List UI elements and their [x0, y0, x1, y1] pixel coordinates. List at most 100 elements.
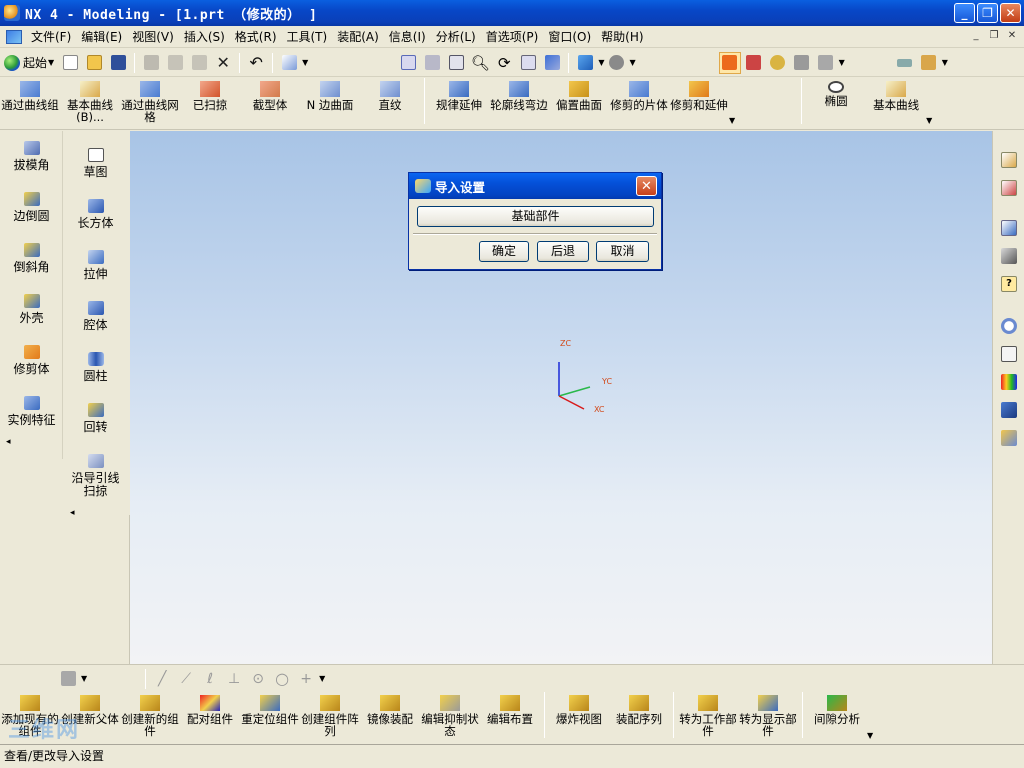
- ellipse-button[interactable]: 椭圆: [806, 78, 866, 128]
- chevron-down-icon[interactable]: ▼: [839, 58, 845, 67]
- close-window-button[interactable]: ✕: [1000, 3, 1021, 23]
- base-part-button[interactable]: 基础部件: [417, 206, 654, 227]
- delete-icon[interactable]: ✕: [212, 52, 234, 74]
- menu-help[interactable]: 帮助(H): [596, 26, 648, 48]
- dialog-close-button[interactable]: ✕: [636, 176, 657, 196]
- paste-icon[interactable]: [188, 52, 210, 74]
- mate-component-button[interactable]: 配对组件: [180, 692, 240, 742]
- menu-file[interactable]: 文件(F): [26, 26, 76, 48]
- reposition-component-button[interactable]: 重定位组件: [240, 692, 300, 742]
- block-button[interactable]: 长方体: [64, 189, 127, 240]
- clearance-analysis-button[interactable]: 间隙分析: [807, 692, 867, 742]
- roles-icon[interactable]: [998, 427, 1020, 449]
- open-folder-icon[interactable]: [83, 52, 105, 74]
- document-icon[interactable]: [6, 29, 22, 44]
- cylinder-button[interactable]: 圆柱: [64, 342, 127, 393]
- assembly-sequence-button[interactable]: 装配序列: [609, 692, 669, 742]
- through-curves-button[interactable]: 通过曲线组: [0, 78, 60, 128]
- chevron-down-icon[interactable]: ▼: [729, 116, 735, 125]
- snap-search-icon[interactable]: [767, 52, 789, 74]
- menu-insert[interactable]: 插入(S): [179, 26, 230, 48]
- trimmed-sheet-button[interactable]: 修剪的片体: [609, 78, 669, 128]
- rotate-icon[interactable]: ⟳: [493, 52, 515, 74]
- chevron-down-icon[interactable]: ▼: [942, 58, 948, 67]
- help-icon[interactable]: ?: [998, 273, 1020, 295]
- training-icon[interactable]: [998, 245, 1020, 267]
- circle-point-icon[interactable]: ⊙: [247, 668, 269, 690]
- fit-view-icon[interactable]: [397, 52, 419, 74]
- copy-icon[interactable]: [164, 52, 186, 74]
- dialog-title-bar[interactable]: 导入设置: [409, 173, 661, 199]
- ruled-button[interactable]: 直纹: [360, 78, 420, 128]
- system-materials-icon[interactable]: [998, 343, 1020, 365]
- trim-body-button[interactable]: 修剪体: [0, 335, 63, 386]
- orient-view-icon[interactable]: [605, 52, 627, 74]
- tools-icon[interactable]: [998, 399, 1020, 421]
- chevron-down-icon[interactable]: ▼: [926, 116, 932, 125]
- history-clock-icon[interactable]: [998, 315, 1020, 337]
- edge-blend-button[interactable]: 边倒圆: [0, 182, 63, 233]
- history-palette-icon[interactable]: [998, 217, 1020, 239]
- new-file-icon[interactable]: [59, 52, 81, 74]
- menu-preferences[interactable]: 首选项(P): [481, 26, 544, 48]
- pocket-button[interactable]: 腔体: [64, 291, 127, 342]
- line-icon[interactable]: ╱: [151, 668, 173, 690]
- menu-analysis[interactable]: 分析(L): [431, 26, 481, 48]
- trim-extend-button[interactable]: 修剪和延伸: [669, 78, 729, 128]
- menu-format[interactable]: 格式(R): [230, 26, 282, 48]
- part-navigator-icon[interactable]: [998, 177, 1020, 199]
- wrench-icon[interactable]: [57, 668, 79, 690]
- doc-restore-button[interactable]: ❐: [986, 30, 1002, 44]
- law-extension-button[interactable]: 规律延伸: [429, 78, 489, 128]
- start-button[interactable]: 起始 ▼: [0, 52, 58, 74]
- snap-more-icon[interactable]: [815, 52, 837, 74]
- back-button[interactable]: 后退: [537, 241, 589, 262]
- chevron-down-icon[interactable]: ▼: [302, 58, 308, 67]
- contour-flange-button[interactable]: 轮廓线弯边: [489, 78, 549, 128]
- menu-window[interactable]: 窗口(O): [543, 26, 596, 48]
- menu-assembly[interactable]: 装配(A): [332, 26, 384, 48]
- cut-icon[interactable]: [140, 52, 162, 74]
- point-icon[interactable]: +: [295, 668, 317, 690]
- exploded-view-button[interactable]: 爆炸视图: [549, 692, 609, 742]
- palette-expand-icon[interactable]: ◂: [0, 437, 62, 447]
- mirror-assembly-button[interactable]: 镜像装配: [360, 692, 420, 742]
- make-displayed-part-button[interactable]: 转为显示部件: [738, 692, 798, 742]
- menu-edit[interactable]: 编辑(E): [76, 26, 127, 48]
- undo-icon[interactable]: ↶: [245, 52, 267, 74]
- pan-icon[interactable]: [517, 52, 539, 74]
- revolve-button[interactable]: 回转: [64, 393, 127, 444]
- menu-tools[interactable]: 工具(T): [282, 26, 333, 48]
- chevron-down-icon[interactable]: ▼: [598, 58, 604, 67]
- select-filter-icon[interactable]: [278, 52, 300, 74]
- instance-feature-button[interactable]: 实例特征: [0, 386, 63, 437]
- shell-button[interactable]: 外壳: [0, 284, 63, 335]
- color-palette-icon[interactable]: [998, 371, 1020, 393]
- chevron-down-icon[interactable]: ▼: [629, 58, 635, 67]
- swept-button[interactable]: 已扫掠: [180, 78, 240, 128]
- section-body-button[interactable]: 截型体: [240, 78, 300, 128]
- cancel-button[interactable]: 取消: [596, 241, 649, 262]
- component-array-button[interactable]: 创建组件阵列: [300, 692, 360, 742]
- extrude-button[interactable]: 拉伸: [64, 240, 127, 291]
- draft-button[interactable]: 拔模角: [0, 131, 63, 182]
- make-work-part-button[interactable]: 转为工作部件: [678, 692, 738, 742]
- zoom-window-icon[interactable]: [421, 52, 443, 74]
- assembly-navigator-icon[interactable]: [998, 149, 1020, 171]
- sketch-button[interactable]: 草图: [64, 138, 127, 189]
- chevron-down-icon[interactable]: ▼: [867, 731, 873, 740]
- minimize-button[interactable]: _: [954, 3, 975, 23]
- zoom-area-icon[interactable]: [445, 52, 467, 74]
- create-new-component-button[interactable]: 创建新的组件: [120, 692, 180, 742]
- ok-button[interactable]: 确定: [479, 241, 529, 262]
- basic-curves-dialog-button[interactable]: 基本曲线(B)...: [60, 78, 120, 128]
- chevron-down-icon[interactable]: ▼: [81, 674, 87, 683]
- chamfer-button[interactable]: 倒斜角: [0, 233, 63, 284]
- offset-surface-button[interactable]: 偏置曲面: [549, 78, 609, 128]
- line-point-icon[interactable]: ⟋: [175, 668, 197, 690]
- drafting-icon[interactable]: [918, 52, 940, 74]
- perspective-icon[interactable]: [541, 52, 563, 74]
- snap-point-icon[interactable]: [718, 51, 741, 74]
- arc-icon[interactable]: ⊥: [223, 668, 245, 690]
- menu-view[interactable]: 视图(V): [127, 26, 179, 48]
